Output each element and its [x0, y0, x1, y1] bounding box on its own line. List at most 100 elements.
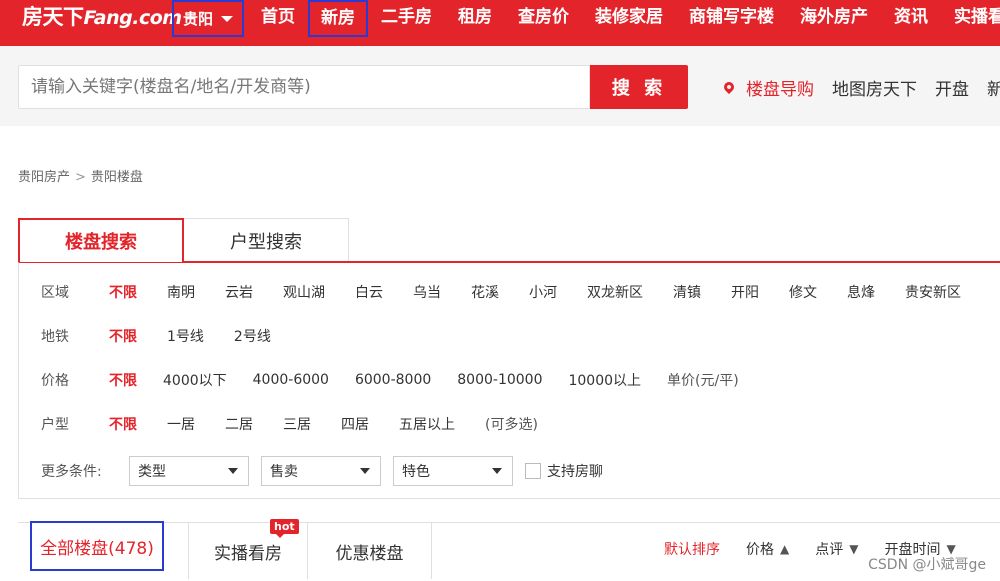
layout-option[interactable]: 四居 — [341, 414, 369, 434]
sort-price[interactable]: 价格 ▲ — [746, 539, 789, 559]
layout-option[interactable]: 三居 — [283, 414, 311, 434]
layout-option[interactable]: 五居以上 — [399, 414, 455, 434]
sort-reviews-label: 点评 — [815, 542, 844, 558]
filter-row-area: 区域 不限 南明 云岩 观山湖 白云 乌当 花溪 小河 双龙新区 清镇 开阳 修… — [41, 280, 991, 304]
layout-option[interactable]: 一居 — [167, 414, 195, 434]
feature-select-value: 特色 — [402, 464, 430, 480]
feature-select[interactable]: 特色 — [393, 456, 513, 486]
chat-support-label: 支持房聊 — [547, 464, 603, 480]
breadcrumb-separator: > — [75, 170, 86, 185]
price-option[interactable]: 4000-6000 — [253, 372, 329, 388]
area-option[interactable]: 双龙新区 — [587, 282, 643, 302]
subway-option[interactable]: 2号线 — [234, 326, 271, 346]
area-option[interactable]: 小河 — [529, 282, 557, 302]
nav-price-check[interactable]: 查房价 — [505, 0, 582, 34]
search-input[interactable] — [18, 65, 590, 109]
price-option[interactable]: 4000以下 — [163, 370, 227, 390]
fang-logo[interactable]: 房天下Fang.com — [22, 0, 182, 34]
nav-overseas[interactable]: 海外房产 — [787, 0, 881, 34]
subway-option[interactable]: 不限 — [109, 326, 137, 346]
top-navigation-bar: 房天下Fang.com 贵阳 首页 新房 二手房 租房 查房价 装修家居 商铺写… — [0, 0, 1000, 46]
link-map-search[interactable]: 地图房天下 — [832, 75, 917, 100]
city-selector[interactable]: 贵阳 — [172, 0, 244, 37]
price-option[interactable]: 10000以上 — [568, 370, 641, 390]
sort-reviews[interactable]: 点评 ▼ — [815, 539, 858, 559]
sort-default[interactable]: 默认排序 — [664, 539, 720, 559]
sale-status-select[interactable]: 售卖 — [261, 456, 381, 486]
search-button[interactable]: 搜 索 — [590, 65, 688, 109]
logo-cn: 房天下 — [22, 5, 84, 29]
area-option[interactable]: 不限 — [109, 282, 137, 302]
filter-label-area: 区域 — [41, 285, 69, 301]
chevron-down-icon — [360, 468, 370, 474]
filter-label-subway: 地铁 — [41, 329, 69, 345]
type-select[interactable]: 类型 — [129, 456, 249, 486]
filter-label-more: 更多条件: — [41, 464, 102, 480]
logo-en: Fang.com — [83, 7, 183, 29]
filter-row-price: 价格 不限 4000以下 4000-6000 6000-8000 8000-10… — [41, 368, 739, 392]
sort-price-label: 价格 — [746, 542, 774, 558]
area-option[interactable]: 南明 — [167, 282, 195, 302]
quick-links: 楼盘导购 地图房天下 开盘 新 — [720, 65, 1000, 109]
arrow-down-icon: ▼ — [849, 542, 859, 556]
filter-label-layout: 户型 — [41, 417, 69, 433]
price-unit-note: 单价(元/平) — [667, 373, 739, 389]
area-option[interactable]: 息烽 — [847, 282, 875, 302]
arrow-up-icon: ▲ — [780, 542, 790, 556]
area-option[interactable]: 修文 — [789, 282, 817, 302]
filter-row-layout: 户型 不限 一居 二居 三居 四居 五居以上 (可多选) — [41, 412, 538, 436]
sort-default-label: 默认排序 — [664, 542, 720, 558]
link-property-guide[interactable]: 楼盘导购 — [746, 75, 814, 100]
search-type-tabs: 楼盘搜索 户型搜索 — [18, 218, 349, 262]
area-option[interactable]: 白云 — [355, 282, 383, 302]
price-option[interactable]: 不限 — [109, 370, 137, 390]
nav-new-homes[interactable]: 新房 — [308, 0, 368, 37]
link-opening[interactable]: 开盘 — [935, 75, 969, 100]
nav-live-viewing[interactable]: 实播看 — [941, 0, 1000, 34]
nav-news[interactable]: 资讯 — [881, 0, 941, 34]
area-option[interactable]: 贵安新区 — [905, 282, 961, 302]
watermark: CSDN @小斌哥ge — [868, 557, 986, 573]
multi-select-note: (可多选) — [485, 417, 538, 433]
tab-layout-search[interactable]: 户型搜索 — [184, 218, 349, 262]
city-name: 贵阳 — [182, 10, 213, 28]
filter-row-more: 更多条件: 类型 售卖 特色 支持房聊 — [41, 456, 603, 486]
main-nav: 首页 新房 二手房 租房 查房价 装修家居 商铺写字楼 海外房产 资讯 实播看 — [248, 0, 1000, 37]
chevron-down-icon — [228, 468, 238, 474]
nav-home[interactable]: 首页 — [248, 0, 308, 34]
chat-support-checkbox[interactable] — [525, 463, 541, 479]
listing-tabs-bar: 全部楼盘(478) 实播看房 hot 优惠楼盘 默认排序 价格 ▲ 点评 ▼ 开盘时… — [18, 519, 1000, 581]
price-option[interactable]: 8000-10000 — [457, 372, 542, 388]
tab-discount-listings[interactable]: 优惠楼盘 — [308, 523, 432, 579]
chevron-down-icon — [221, 15, 233, 22]
filter-row-subway: 地铁 不限 1号线 2号线 — [41, 324, 301, 348]
location-pin-icon — [721, 79, 737, 95]
area-option[interactable]: 乌当 — [413, 282, 441, 302]
area-option[interactable]: 开阳 — [731, 282, 759, 302]
hot-badge: hot — [270, 519, 299, 538]
breadcrumb: 贵阳房产 > 贵阳楼盘 — [18, 166, 143, 185]
filter-panel: 区域 不限 南明 云岩 观山湖 白云 乌当 花溪 小河 双龙新区 清镇 开阳 修… — [18, 261, 1000, 499]
nav-resale[interactable]: 二手房 — [368, 0, 445, 34]
breadcrumb-guiyang-listings[interactable]: 贵阳楼盘 — [91, 170, 143, 185]
filter-label-price: 价格 — [41, 373, 69, 389]
area-option[interactable]: 花溪 — [471, 282, 499, 302]
tab-property-search[interactable]: 楼盘搜索 — [18, 218, 184, 262]
sale-status-select-value: 售卖 — [270, 464, 298, 480]
nav-rent[interactable]: 租房 — [445, 0, 505, 34]
area-option[interactable]: 清镇 — [673, 282, 701, 302]
subway-option[interactable]: 1号线 — [167, 326, 204, 346]
layout-option[interactable]: 二居 — [225, 414, 253, 434]
price-option[interactable]: 6000-8000 — [355, 372, 431, 388]
tab-all-listings[interactable]: 全部楼盘(478) — [30, 521, 164, 571]
chevron-down-icon — [492, 468, 502, 474]
breadcrumb-guiyang-property[interactable]: 贵阳房产 — [18, 170, 70, 185]
area-option[interactable]: 云岩 — [225, 282, 253, 302]
area-option[interactable]: 观山湖 — [283, 282, 325, 302]
link-more[interactable]: 新 — [987, 75, 1000, 100]
layout-option[interactable]: 不限 — [109, 414, 137, 434]
nav-home-decor[interactable]: 装修家居 — [582, 0, 676, 34]
nav-commercial[interactable]: 商铺写字楼 — [676, 0, 787, 34]
search-area: 搜 索 楼盘导购 地图房天下 开盘 新 — [0, 46, 1000, 126]
type-select-value: 类型 — [138, 464, 166, 480]
